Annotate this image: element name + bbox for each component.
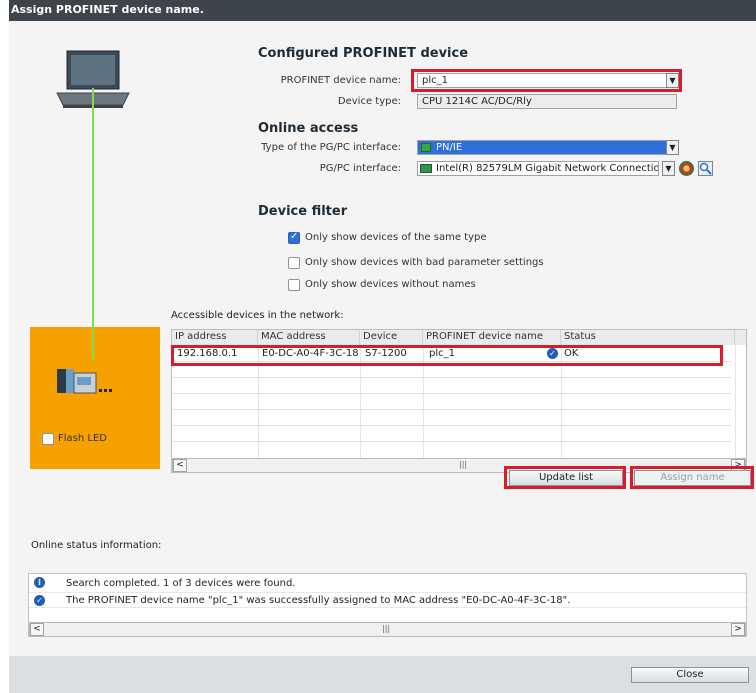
network-link-line-lower — [92, 88, 94, 361]
close-button[interactable]: Close — [631, 667, 749, 683]
pgpc-iface-select[interactable]: Intel(R) 82579LM Gigabit Network Connect… — [417, 161, 659, 176]
connection-status-icon[interactable] — [679, 161, 694, 176]
scroll-grip-icon: ||| — [459, 460, 468, 469]
pgpc-type-dropdown-icon[interactable]: ▼ — [666, 140, 679, 155]
highlight-assign-name — [630, 466, 754, 489]
dialog-title: Assign PROFINET device name. — [9, 0, 756, 21]
col-mac-address[interactable]: MAC address — [258, 330, 360, 345]
highlight-device-row — [171, 345, 723, 366]
success-check-icon: ✓ — [34, 595, 45, 606]
filter-same-type-checkbox[interactable] — [288, 231, 300, 244]
filter-no-names-label: Only show devices without names — [305, 279, 476, 290]
table-row-empty — [172, 394, 732, 410]
scroll-grip-icon: ||| — [382, 624, 391, 633]
status-panel: i Search completed. 1 of 3 devices were … — [28, 573, 747, 637]
pgpc-iface-dropdown-icon[interactable]: ▼ — [662, 161, 675, 176]
network-card-icon — [420, 164, 432, 173]
pgpc-type-label: Type of the PG/PC interface: — [261, 142, 401, 153]
status-message: i Search completed. 1 of 3 devices were … — [29, 576, 746, 592]
flash-led-checkbox[interactable] — [42, 433, 54, 445]
device-panel: Flash LED — [30, 327, 160, 469]
network-type-icon — [421, 143, 431, 152]
scroll-left-icon[interactable]: < — [30, 623, 44, 636]
device-type-label: Device type: — [337, 96, 401, 107]
status-message-text: Search completed. 1 of 3 devices were fo… — [66, 578, 296, 589]
col-device[interactable]: Device — [360, 330, 423, 345]
col-filler — [735, 330, 746, 345]
dialog-footer: Close — [9, 656, 756, 693]
grid-line — [735, 345, 736, 458]
plc-device-icon — [57, 369, 112, 394]
col-status[interactable]: Status — [561, 330, 735, 345]
devices-table-caption: Accessible devices in the network: — [171, 310, 344, 321]
pgpc-type-select[interactable]: PN/IE — [417, 140, 667, 155]
highlight-device-name — [411, 69, 682, 92]
highlight-update-list — [504, 466, 626, 489]
diagnostics-search-icon[interactable] — [698, 161, 713, 176]
status-hscrollbar[interactable]: < ||| > — [29, 622, 746, 637]
filter-bad-params-checkbox[interactable] — [288, 257, 300, 269]
filter-same-type-label: Only show devices of the same type — [305, 232, 487, 243]
table-row-empty — [172, 426, 732, 442]
online-access-heading: Online access — [258, 121, 359, 136]
col-profinet-name[interactable]: PROFINET device name — [423, 330, 561, 345]
scroll-right-icon[interactable]: > — [731, 623, 745, 636]
dialog-content: Configured PROFINET device PROFINET devi… — [9, 21, 756, 656]
filter-no-names-checkbox[interactable] — [288, 279, 300, 291]
info-icon: i — [34, 577, 45, 588]
col-ip-address[interactable]: IP address — [172, 330, 258, 345]
configured-heading: Configured PROFINET device — [258, 46, 469, 61]
assign-profinet-dialog: Assign PROFINET device name. Configured … — [9, 0, 756, 693]
filter-bad-params-label: Only show devices with bad parameter set… — [305, 257, 544, 268]
device-name-label: PROFINET device name: — [280, 75, 401, 86]
status-message: ✓ The PROFINET device name "plc_1" was s… — [29, 592, 746, 608]
table-row-empty — [172, 410, 732, 426]
status-message-text: The PROFINET device name "plc_1" was suc… — [66, 595, 571, 606]
scroll-left-icon[interactable]: < — [173, 459, 187, 472]
device-type-field: CPU 1214C AC/DC/Rly — [417, 94, 677, 109]
table-row-empty — [172, 378, 732, 394]
flash-led-label: Flash LED — [58, 433, 107, 444]
device-filter-heading: Device filter — [258, 204, 348, 219]
status-caption: Online status information: — [31, 540, 162, 551]
pgpc-iface-label: PG/PC interface: — [319, 163, 401, 174]
